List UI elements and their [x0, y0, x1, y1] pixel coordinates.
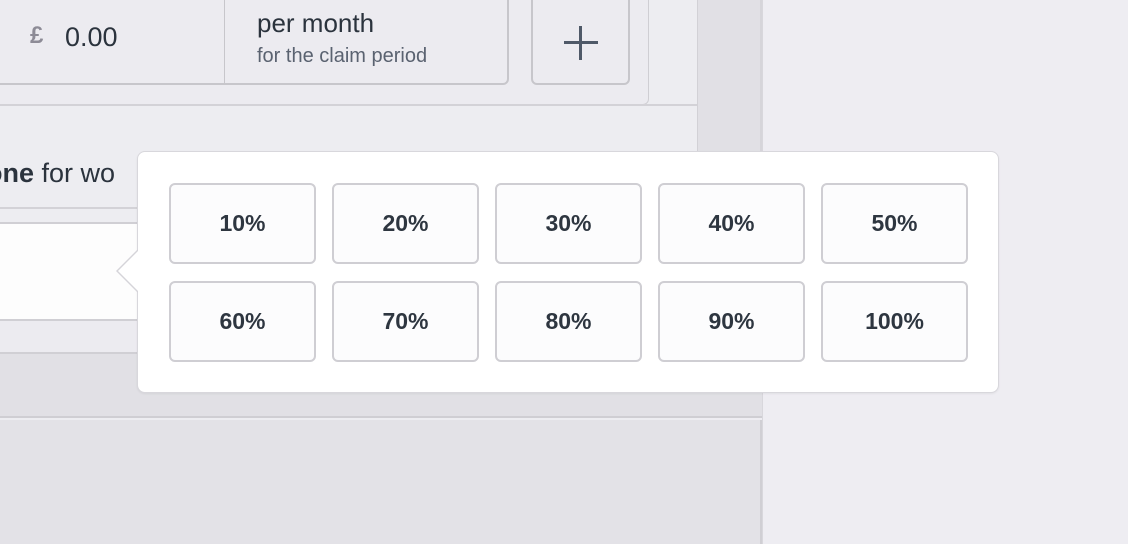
percent-option-40[interactable]: 40% [658, 183, 805, 264]
percentage-options: 10% 20% 30% 40% 50% 60% 70% 80% 90% 100% [169, 183, 968, 362]
amount-input-group: £ 0.00 per month for the claim period [0, 0, 509, 85]
divider [0, 104, 697, 106]
popover-arrow [116, 249, 139, 293]
percent-option-80[interactable]: 80% [495, 281, 642, 362]
scroll-gutter [697, 0, 762, 151]
percent-option-90[interactable]: 90% [658, 281, 805, 362]
section-label-text: for wo [34, 158, 116, 188]
percent-option-20[interactable]: 20% [332, 183, 479, 264]
amount-field[interactable]: £ 0.00 [0, 0, 225, 83]
plus-icon [563, 25, 598, 60]
section-label: one for wo [0, 158, 115, 189]
amount-value[interactable]: 0.00 [65, 22, 118, 53]
period-title: per month [257, 8, 375, 38]
percent-option-70[interactable]: 70% [332, 281, 479, 362]
percentage-popover: 10% 20% 30% 40% 50% 60% 70% 80% 90% 100% [116, 151, 999, 393]
section-label-bold: one [0, 158, 35, 188]
percent-option-100[interactable]: 100% [821, 281, 968, 362]
percent-option-60[interactable]: 60% [169, 281, 316, 362]
percent-option-30[interactable]: 30% [495, 183, 642, 264]
add-button[interactable] [531, 0, 630, 85]
percent-option-10[interactable]: 10% [169, 183, 316, 264]
lower-section [0, 420, 762, 544]
percent-option-50[interactable]: 50% [821, 183, 968, 264]
currency-symbol: £ [30, 22, 44, 49]
period-subtitle: for the claim period [257, 45, 428, 67]
divider [0, 207, 150, 209]
